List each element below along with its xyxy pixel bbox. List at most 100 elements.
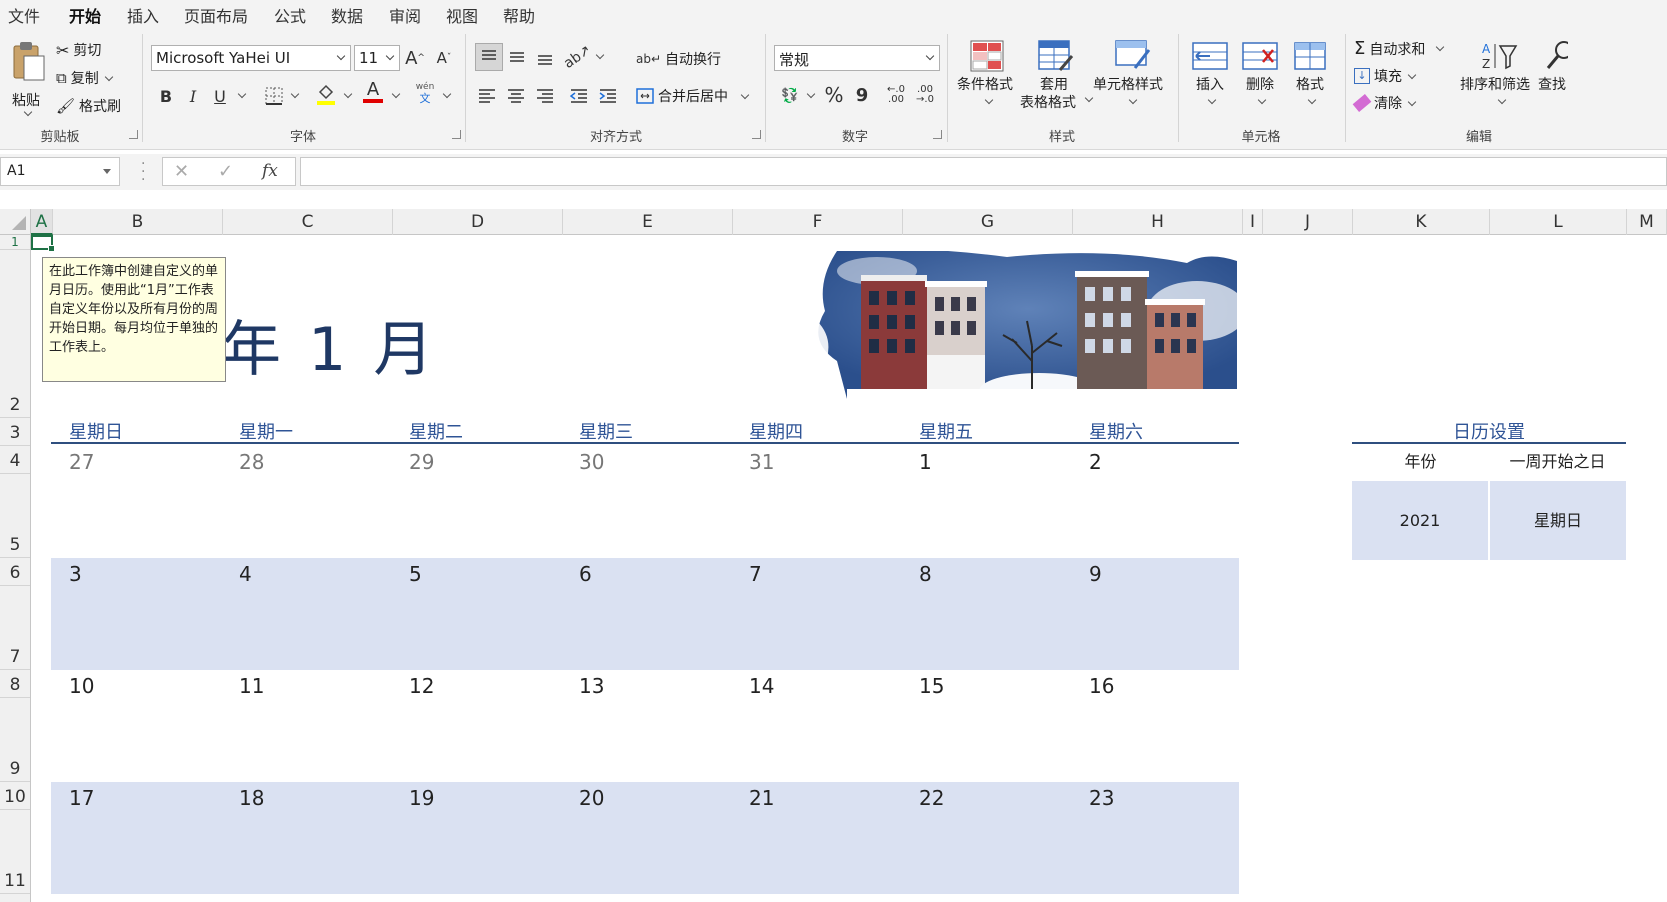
- alignment-launcher-icon[interactable]: [752, 130, 761, 139]
- insert-cells-dropdown-icon[interactable]: [1207, 95, 1217, 105]
- tab-page-layout[interactable]: 页面布局: [184, 3, 248, 27]
- column-header-g[interactable]: G: [903, 209, 1073, 235]
- column-header-a[interactable]: A: [31, 209, 53, 235]
- borders-button[interactable]: [262, 84, 286, 108]
- tab-insert[interactable]: 插入: [127, 3, 159, 27]
- tab-review[interactable]: 审阅: [389, 3, 421, 27]
- name-box[interactable]: A1: [0, 157, 120, 186]
- calendar-day-cell[interactable]: 3: [69, 562, 82, 586]
- column-header-j[interactable]: J: [1263, 209, 1353, 235]
- format-as-table-dropdown-icon[interactable]: [1084, 93, 1094, 103]
- accounting-format-button[interactable]: 💱: [778, 84, 802, 108]
- active-cell-a1[interactable]: [31, 235, 55, 252]
- column-header-c[interactable]: C: [223, 209, 393, 235]
- calendar-day-cell[interactable]: 7: [749, 562, 762, 586]
- tab-home[interactable]: 开始: [69, 3, 101, 31]
- tab-formulas[interactable]: 公式: [274, 3, 306, 27]
- format-as-table-button[interactable]: 套用 表格格式: [1020, 40, 1094, 122]
- insert-cells-button[interactable]: 插入: [1188, 40, 1234, 122]
- clipboard-launcher-icon[interactable]: [129, 130, 138, 139]
- borders-dropdown-icon[interactable]: [290, 89, 300, 99]
- delete-cells-dropdown-icon[interactable]: [1257, 95, 1267, 105]
- calendar-day-cell[interactable]: 11: [239, 674, 264, 698]
- calendar-day-cell[interactable]: 27: [69, 450, 94, 474]
- align-middle-button[interactable]: [505, 45, 529, 69]
- underline-button[interactable]: U: [208, 84, 232, 108]
- week-start-value-cell[interactable]: 星期日: [1490, 481, 1626, 560]
- fill-dropdown-icon[interactable]: [1407, 70, 1417, 79]
- number-format-select[interactable]: 常规: [774, 45, 940, 71]
- calendar-day-cell[interactable]: 9: [1089, 562, 1102, 586]
- phonetic-dropdown-icon[interactable]: [442, 89, 452, 99]
- column-header-l[interactable]: L: [1490, 209, 1627, 235]
- sort-filter-dropdown-icon[interactable]: [1497, 95, 1507, 105]
- column-header-b[interactable]: B: [53, 209, 223, 235]
- align-left-button[interactable]: [475, 84, 499, 108]
- tab-file[interactable]: 文件: [8, 3, 40, 27]
- calendar-day-cell[interactable]: 8: [919, 562, 932, 586]
- formula-input[interactable]: [300, 157, 1667, 186]
- row-header-5[interactable]: 5: [0, 474, 30, 558]
- calendar-day-cell[interactable]: 12: [409, 674, 434, 698]
- grow-font-button[interactable]: A ^: [403, 46, 427, 70]
- conditional-format-dropdown-icon[interactable]: [984, 95, 994, 105]
- align-top-button[interactable]: [475, 43, 503, 71]
- worksheet-grid[interactable]: 年 1 月 星期日 星期一 星期二 星期三 星期四 星期五 星期六 27 28 …: [31, 235, 1667, 902]
- row-header-10[interactable]: 10: [0, 782, 30, 810]
- calendar-day-cell[interactable]: 19: [409, 786, 434, 810]
- merge-dropdown-icon[interactable]: [740, 90, 750, 99]
- shrink-font-button[interactable]: Aˇ: [432, 46, 456, 70]
- row-header-2[interactable]: 2: [0, 250, 30, 418]
- calendar-day-cell[interactable]: 10: [69, 674, 94, 698]
- accounting-dropdown-icon[interactable]: [806, 89, 816, 99]
- column-header-i[interactable]: I: [1243, 209, 1263, 235]
- font-launcher-icon[interactable]: [452, 130, 461, 139]
- row-header-11[interactable]: 11: [0, 810, 30, 894]
- calendar-day-cell[interactable]: 18: [239, 786, 264, 810]
- calendar-day-cell[interactable]: 17: [69, 786, 94, 810]
- calendar-day-cell[interactable]: 16: [1089, 674, 1114, 698]
- row-header-9[interactable]: 9: [0, 698, 30, 782]
- row-header-3[interactable]: 3: [0, 418, 30, 446]
- column-header-e[interactable]: E: [563, 209, 733, 235]
- calendar-day-cell[interactable]: 30: [579, 450, 604, 474]
- orientation-button[interactable]: ab↗: [561, 42, 594, 72]
- format-cells-dropdown-icon[interactable]: [1307, 95, 1317, 105]
- bold-button[interactable]: B: [154, 84, 178, 108]
- phonetic-button[interactable]: wén 文: [413, 82, 437, 104]
- calendar-day-cell[interactable]: 2: [1089, 450, 1102, 474]
- calendar-day-cell[interactable]: 28: [239, 450, 264, 474]
- tab-view[interactable]: 视图: [446, 3, 478, 27]
- tab-data[interactable]: 数据: [331, 3, 363, 27]
- name-box-dropdown-icon[interactable]: [103, 169, 111, 174]
- copy-button[interactable]: ⧉ 复制: [56, 68, 114, 88]
- column-header-k[interactable]: K: [1353, 209, 1490, 235]
- font-size-select[interactable]: 11: [354, 45, 400, 71]
- calendar-day-cell[interactable]: 13: [579, 674, 604, 698]
- clear-button[interactable]: 清除: [1352, 93, 1417, 113]
- number-launcher-icon[interactable]: [933, 130, 942, 139]
- decrease-decimal-button[interactable]: .00 →.0: [913, 83, 937, 107]
- font-color-dropdown-icon[interactable]: [391, 89, 401, 99]
- calendar-day-cell[interactable]: 14: [749, 674, 774, 698]
- select-all-button[interactable]: [0, 209, 31, 235]
- align-bottom-button[interactable]: [533, 45, 557, 69]
- cell-styles-button[interactable]: 单元格样式: [1093, 40, 1173, 122]
- calendar-day-cell[interactable]: 5: [409, 562, 422, 586]
- row-header-8[interactable]: 8: [0, 670, 30, 698]
- calendar-day-cell[interactable]: 4: [239, 562, 252, 586]
- calendar-day-cell[interactable]: 6: [579, 562, 592, 586]
- increase-decimal-button[interactable]: ←.0 .00: [884, 83, 908, 107]
- row-header-1[interactable]: 1: [0, 235, 30, 250]
- increase-indent-button[interactable]: [596, 84, 620, 108]
- sort-filter-button[interactable]: A Z 排序和筛选: [1460, 40, 1540, 122]
- font-color-button[interactable]: A: [361, 80, 385, 104]
- column-header-m[interactable]: M: [1627, 209, 1667, 235]
- merge-center-button[interactable]: 合并后居中: [636, 86, 750, 106]
- conditional-format-button[interactable]: 条件格式: [955, 40, 1019, 122]
- orientation-dropdown-icon[interactable]: [595, 50, 605, 60]
- fill-button[interactable]: ↓ 填充: [1354, 66, 1417, 86]
- format-cells-button[interactable]: 格式: [1288, 40, 1334, 122]
- column-header-d[interactable]: D: [393, 209, 563, 235]
- fill-color-dropdown-icon[interactable]: [343, 89, 353, 99]
